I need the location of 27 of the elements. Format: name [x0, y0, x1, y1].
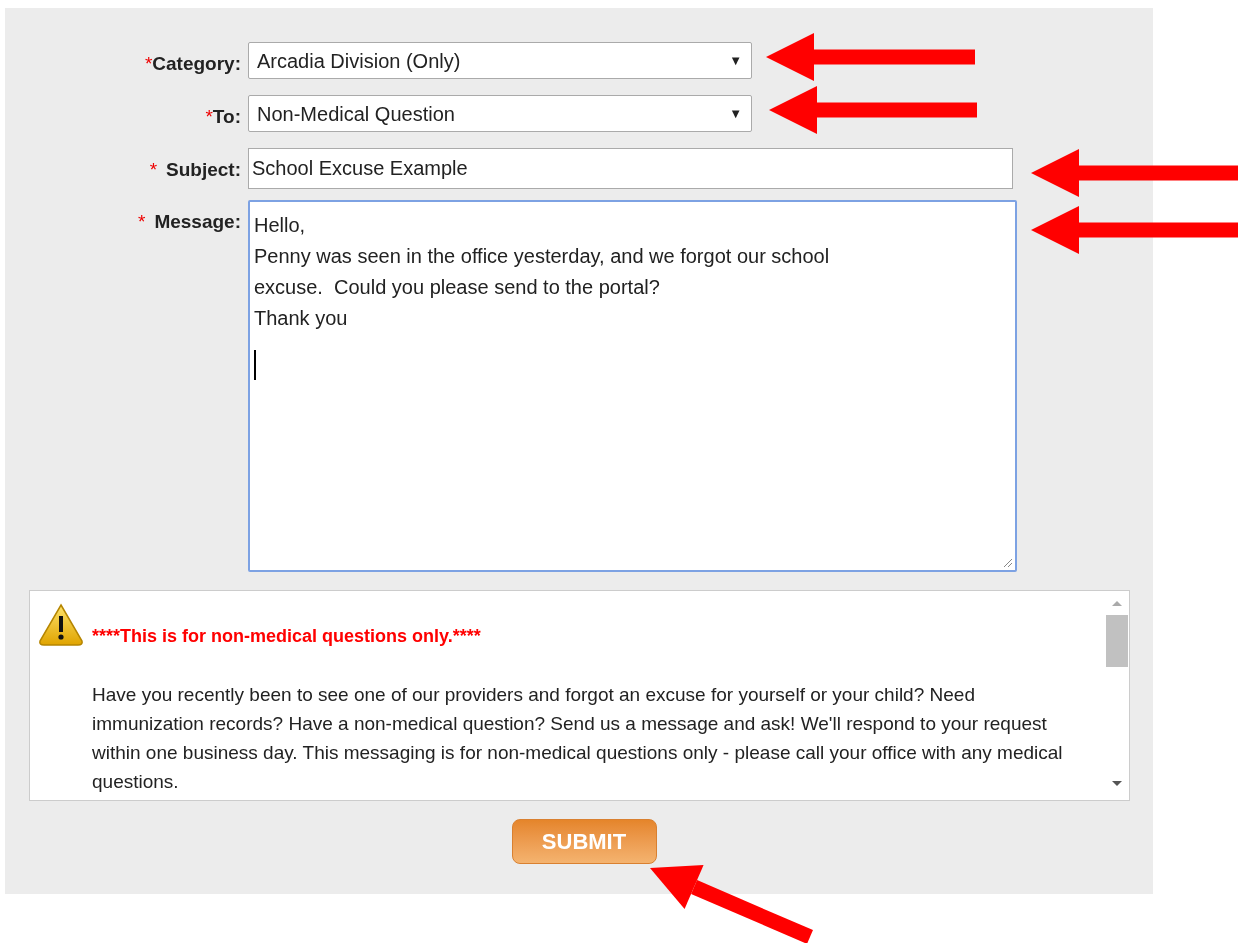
notice-text: Have you recently been to see one of our providers and forgot an excuse for yourself or your child? Need immunization records? Have a non-medical question? Send us a message and ask! We'll respond to your request within one business day. This messaging is for non-medical questions only - please call your office with any medical questions. [92, 683, 1064, 794]
notice-heading: ****This is for non-medical questions only.**** [92, 625, 482, 648]
resize-grip-icon [1001, 556, 1013, 568]
arrow-icon [650, 864, 813, 943]
field-label: Category: [152, 52, 241, 76]
subject-field[interactable]: School Excuse Example [248, 148, 1013, 189]
field-label: To: [212, 105, 241, 129]
scroll-down-icon[interactable] [1111, 780, 1123, 788]
warning-icon [38, 603, 84, 647]
required-mark: * [138, 210, 146, 234]
text-cursor [254, 350, 256, 380]
dropdown[interactable]: Arcadia Division (Only) ▼ [248, 42, 752, 79]
arrow-icon [1031, 149, 1238, 197]
scrollbar-thumb[interactable] [1106, 615, 1128, 667]
arrow-icon [769, 86, 977, 134]
caret-icon: ▼ [729, 103, 742, 124]
dropdown[interactable]: Non-Medical Question ▼ [248, 95, 752, 132]
arrow-icon [1031, 206, 1238, 254]
arrow-icon [766, 33, 975, 81]
field-label: Subject: [166, 158, 241, 182]
field-label: Message: [154, 210, 241, 234]
required-mark: * [144, 52, 153, 76]
message-field[interactable]: Hello, Penny was seen in the office yesterday, and we forgot our school excuse. Could you please send to the portal? Thank you [248, 200, 1017, 572]
scroll-up-icon[interactable] [1111, 599, 1123, 607]
required-mark: * [149, 158, 158, 182]
required-mark: * [205, 105, 213, 129]
caret-icon: ▼ [729, 50, 742, 71]
